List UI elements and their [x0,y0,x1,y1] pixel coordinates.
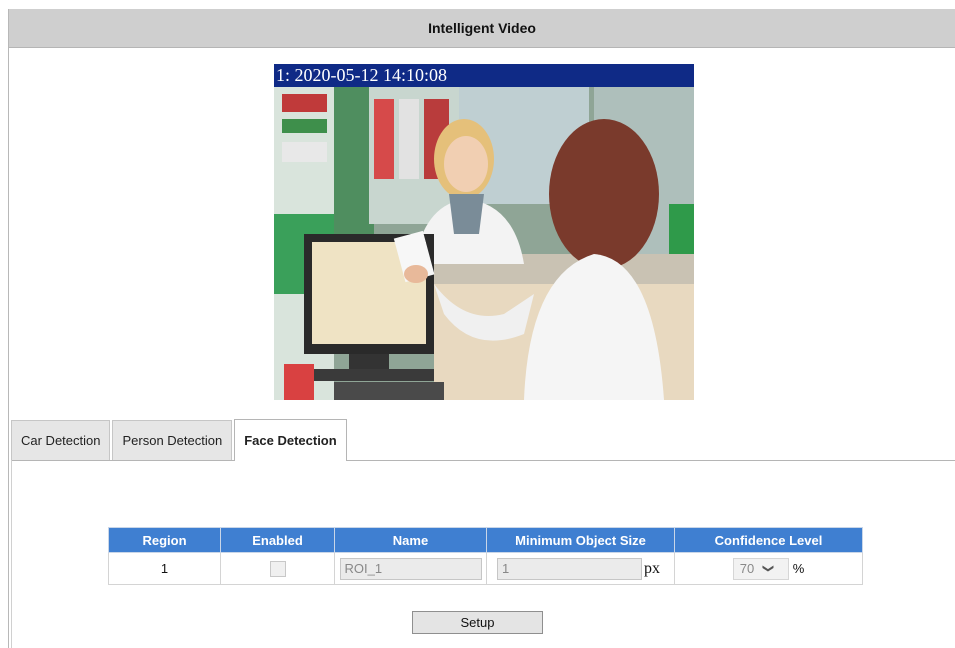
enabled-checkbox[interactable] [269,560,286,577]
panel-border [11,460,12,648]
column-header-region: Region [108,527,221,553]
column-header-confidence: Confidence Level [674,527,863,553]
tab-car-detection[interactable]: Car Detection [11,420,111,460]
roi-table: Region Enabled Name Minimum Object Size … [108,527,863,585]
region-cell: 1 [108,552,221,585]
tab-face-detection[interactable]: Face Detection [234,419,347,461]
page-title: Intelligent Video [9,9,955,48]
confidence-unit: % [792,561,805,576]
confidence-level-select[interactable]: 70 ❯ [732,557,789,580]
min-size-unit: px [644,559,660,577]
column-header-enabled: Enabled [220,527,335,553]
min-size-cell: 1 px [486,552,675,585]
setup-button[interactable]: Setup [412,611,543,634]
roi-name-input[interactable]: ROI_1 [339,557,482,580]
camera-feed-image [274,64,694,400]
confidence-cell: 70 ❯% [674,552,863,585]
name-cell: ROI_1 [334,552,487,585]
table-header-row: Region Enabled Name Minimum Object Size … [108,527,863,553]
tab-divider [11,460,955,461]
column-header-min-size: Minimum Object Size [486,527,675,553]
column-header-name: Name [334,527,487,553]
min-object-size-input[interactable]: 1 [497,557,642,580]
detection-tabs: Car Detection Person Detection Face Dete… [11,419,349,461]
confidence-value: 70 [739,561,755,576]
enabled-cell [220,552,335,585]
chevron-down-icon: ❯ [762,563,775,574]
table-row: 1 ROI_1 1 px 70 ❯% [108,552,863,585]
tab-person-detection[interactable]: Person Detection [112,420,233,460]
video-timestamp-overlay: 1: 2020-05-12 14:10:08 [274,64,694,87]
video-preview: 1: 2020-05-12 14:10:08 [274,64,694,400]
